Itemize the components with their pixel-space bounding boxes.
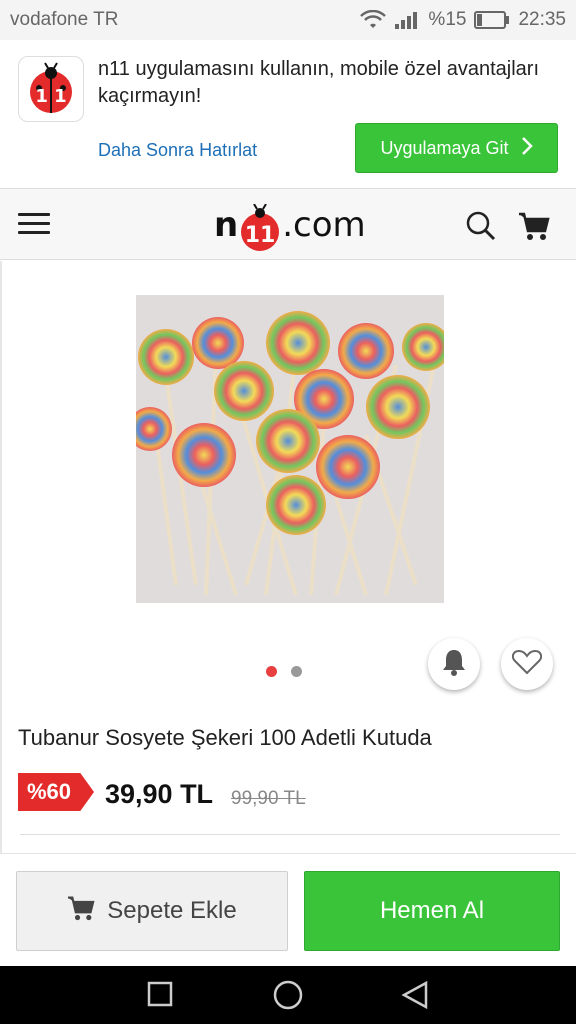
n11-app-icon[interactable]: 1 1 [18,56,84,122]
buy-now-label: Hemen Al [379,897,485,924]
add-to-cart-label: Sepete Ekle [107,897,237,924]
go-to-app-label: Uygulamaya Git [380,137,509,158]
home-icon[interactable] [272,980,304,1015]
divider [20,834,560,835]
buy-now-button[interactable]: Hemen Al [304,871,560,951]
pagination-dot-active[interactable] [266,666,277,677]
carrier-name: vodafone TR [10,9,119,30]
android-nav-bar [0,966,576,1024]
app-install-banner: 1 1 n11 uygulamasını kullanın, mobile öz… [0,40,576,188]
battery-icon [474,11,510,29]
logo-suffix: .com [282,205,366,245]
product-detail: Tubanur Sosyete Şekeri 100 Adetli Kutuda… [0,261,576,853]
heart-icon [511,649,543,680]
price-alert-button[interactable] [428,638,480,690]
wifi-icon [360,10,387,30]
recent-apps-icon[interactable] [146,980,174,1013]
svg-text:1 1: 1 1 [35,86,66,107]
action-bar: Sepete Ekle Hemen Al [0,853,576,966]
old-price: 99,90 TL [231,788,306,809]
product-price: 39,90 TL [105,779,214,809]
battery-level: %15 [428,9,467,30]
favorite-button[interactable] [501,638,553,690]
signal-icon [394,10,420,30]
n11-logo[interactable]: n 11 .com [214,195,366,255]
logo-prefix: n [214,205,239,245]
ladybug-logo-icon: 11 [239,203,281,251]
product-title: Tubanur Sosyete Şekeri 100 Adetli Kutuda [18,725,432,750]
product-image[interactable] [136,295,444,603]
image-pagination [266,666,302,677]
cart-icon[interactable] [518,211,550,246]
menu-icon[interactable] [18,213,50,235]
clock: 22:35 [518,9,566,30]
logo-badge-text: 11 [245,223,276,248]
discount-badge: %60 [18,773,94,811]
site-header: n 11 .com [0,188,576,260]
bell-icon [441,648,467,681]
pagination-dot[interactable] [291,666,302,677]
cart-icon [67,895,95,928]
add-to-cart-button[interactable]: Sepete Ekle [16,871,288,951]
remind-later-link[interactable]: Daha Sonra Hatırlat [98,140,257,161]
go-to-app-button[interactable]: Uygulamaya Git [355,123,558,173]
chevron-right-icon [521,136,533,161]
status-bar: vodafone TR %15 22:35 [0,0,576,40]
banner-message: n11 uygulamasını kullanın, mobile özel a… [98,58,539,107]
search-icon[interactable] [466,211,496,246]
back-icon[interactable] [400,980,430,1015]
